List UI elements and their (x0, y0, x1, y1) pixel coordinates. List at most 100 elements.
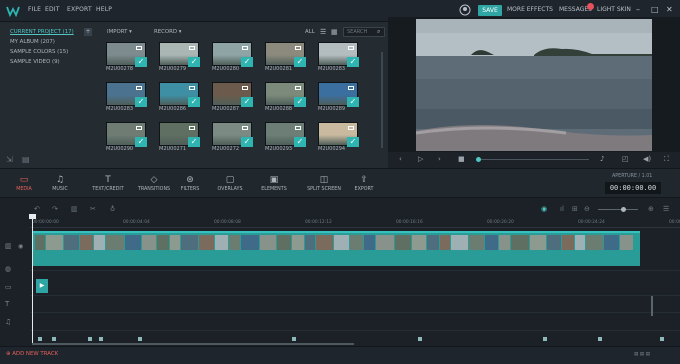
video-frame-thumbnail (620, 235, 633, 250)
undo-icon[interactable]: ↶ (34, 205, 40, 213)
timeline-marker[interactable] (99, 337, 103, 341)
list-view-icon[interactable]: ☰ (320, 28, 326, 36)
playback-progress-track[interactable] (477, 159, 589, 160)
grid-view-icon[interactable]: ▦ (331, 28, 338, 36)
clip-thumbnail[interactable]: ✓ M2U00280 (212, 42, 253, 72)
clip-thumbnail[interactable]: ✓ M2U00281 (265, 42, 306, 72)
account-icon[interactable] (459, 4, 471, 16)
preview-image (416, 19, 652, 151)
filter-all[interactable]: ALL (305, 29, 315, 35)
timeline-vertical-scrollbar[interactable] (651, 296, 653, 316)
clip-thumbnail[interactable]: ✓ M2U00272 (212, 122, 253, 152)
clip-thumbnail[interactable]: ✓ M2U00279 (159, 42, 200, 72)
timeline-marker[interactable] (598, 337, 602, 341)
zoom-slider-knob[interactable] (621, 207, 626, 212)
light-skin-link[interactable]: LIGHT SKIN (597, 6, 631, 13)
clip-thumbnail[interactable]: ✓ M2U00278 (106, 42, 147, 72)
import-dropdown[interactable]: IMPORT ▾ (107, 29, 132, 35)
video-frame-thumbnail (215, 235, 228, 250)
timeline-scrollbar[interactable] (32, 343, 354, 345)
add-track-button[interactable]: ⊕ ADD NEW TRACK (6, 351, 58, 357)
delete-icon[interactable]: ▤ (22, 155, 30, 164)
app-logo-icon (6, 6, 20, 17)
adjust-icon[interactable]: ♁ (110, 205, 115, 213)
timeline-marker[interactable] (543, 337, 547, 341)
playhead[interactable] (32, 216, 33, 344)
zoom-out-icon[interactable]: ⊖ (584, 205, 590, 213)
previous-frame-icon[interactable]: ‹ (399, 155, 402, 163)
clip-thumbnail[interactable]: ✓ M2U00289 (318, 82, 359, 112)
fullscreen-icon[interactable]: ⛶ (664, 155, 669, 164)
timeline-marker[interactable] (52, 337, 56, 341)
record-dropdown[interactable]: RECORD ▾ (154, 29, 181, 35)
play-icon[interactable]: ▷ (418, 155, 423, 163)
menu-edit[interactable]: EDIT (45, 6, 60, 13)
tool-export[interactable]: ⇪ EXPORT (340, 174, 388, 193)
zoom-in-icon[interactable]: ⊕ (648, 205, 654, 213)
clip-thumbnail[interactable]: ✓ M2U00294 (318, 122, 359, 152)
playback-scrubber[interactable] (476, 157, 481, 162)
text-track-icon: T (5, 300, 10, 308)
video-frame-thumbnail (229, 235, 240, 250)
add-album-button[interactable]: + (84, 28, 92, 36)
ruler-tick-label: 00:00:16:16 (396, 220, 423, 225)
timeline-marker[interactable] (88, 337, 92, 341)
tool-overlays[interactable]: ▢ OVERLAYS (206, 174, 254, 193)
next-frame-icon[interactable]: › (438, 155, 441, 163)
microphone-icon[interactable]: ♪ (600, 155, 604, 163)
pip-clip[interactable]: ▶ (36, 279, 48, 293)
library-scrollbar[interactable] (381, 52, 383, 148)
timeline-settings-icon[interactable]: ☰ (663, 205, 669, 213)
tool-text-credit[interactable]: T TEXT/CREDIT (84, 174, 132, 193)
sidebar-item-sample-video[interactable]: SAMPLE VIDEO (9) (10, 59, 60, 65)
tool-elements[interactable]: ▣ ELEMENTS (250, 174, 298, 193)
timeline-marker[interactable] (138, 337, 142, 341)
tool-music[interactable]: ♫ MUSIC (36, 174, 84, 193)
more-effects-link[interactable]: MORE EFFECTS (507, 6, 553, 13)
timeline-marker[interactable] (38, 337, 42, 341)
clip-thumbnail[interactable]: ✓ M2U00283 (318, 42, 359, 72)
menu-file[interactable]: FILE (28, 6, 41, 13)
clip-thumbnail[interactable]: ✓ M2U00283 (106, 82, 147, 112)
volume-icon[interactable]: ◀) (643, 155, 651, 163)
video-track-visibility-icon[interactable]: ◉ (18, 243, 23, 250)
music-track-icon: ♫ (5, 318, 12, 326)
timeline-marker[interactable] (660, 337, 664, 341)
video-frame-thumbnail (181, 235, 198, 250)
render-icon[interactable]: ◉ (541, 205, 547, 213)
minimize-button[interactable]: – (636, 5, 640, 14)
tool-label: OVERLAYS (217, 187, 243, 192)
search-icon: ⌕ (377, 28, 381, 35)
audio-mixer-icon[interactable]: ıl (560, 205, 564, 213)
maximize-button[interactable]: □ (651, 5, 659, 14)
video-track-clips[interactable] (33, 231, 640, 266)
clip-thumbnail[interactable]: ✓ M2U00293 (265, 122, 306, 152)
clip-name: M2U00290 (106, 146, 134, 152)
sidebar-item-my-album[interactable]: MY ALBUM (207) (10, 39, 55, 45)
snap-icon[interactable]: ⊞ (572, 205, 578, 213)
folder-link-icon[interactable]: ⇲ (6, 155, 13, 164)
snapshot-icon[interactable]: ◰ (622, 155, 629, 163)
timeline-marker[interactable] (292, 337, 296, 341)
clip-name: M2U00294 (318, 146, 346, 152)
ruler-tick-label: 00:00:08:08 (214, 220, 241, 225)
clip-thumbnail[interactable]: ✓ M2U00290 (106, 122, 147, 152)
clip-thumbnail[interactable]: ✓ M2U00271 (159, 122, 200, 152)
delete-clip-icon[interactable]: ▥ (71, 205, 78, 213)
clip-thumbnail[interactable]: ✓ M2U00288 (265, 82, 306, 112)
ruler-tick-label: 00:00:28:28 (669, 220, 680, 225)
stop-icon[interactable]: ■ (458, 155, 465, 163)
sidebar-item-sample-colors[interactable]: SAMPLE COLORS (15) (10, 49, 68, 55)
clip-thumbnail[interactable]: ✓ M2U00287 (212, 82, 253, 112)
cut-icon[interactable]: ✂ (90, 205, 96, 213)
menu-export[interactable]: EXPORT (67, 6, 92, 13)
save-button[interactable]: SAVE (478, 5, 502, 16)
menu-help[interactable]: HELP (96, 6, 112, 13)
clip-thumbnail[interactable]: ✓ M2U00286 (159, 82, 200, 112)
zoom-slider[interactable] (598, 209, 638, 210)
redo-icon[interactable]: ↷ (52, 205, 58, 213)
video-camera-icon (295, 126, 301, 130)
timeline-marker[interactable] (418, 337, 422, 341)
sidebar-item-current-project[interactable]: CURRENT PROJECT (17) (10, 29, 74, 35)
close-button[interactable]: ✕ (666, 5, 673, 14)
